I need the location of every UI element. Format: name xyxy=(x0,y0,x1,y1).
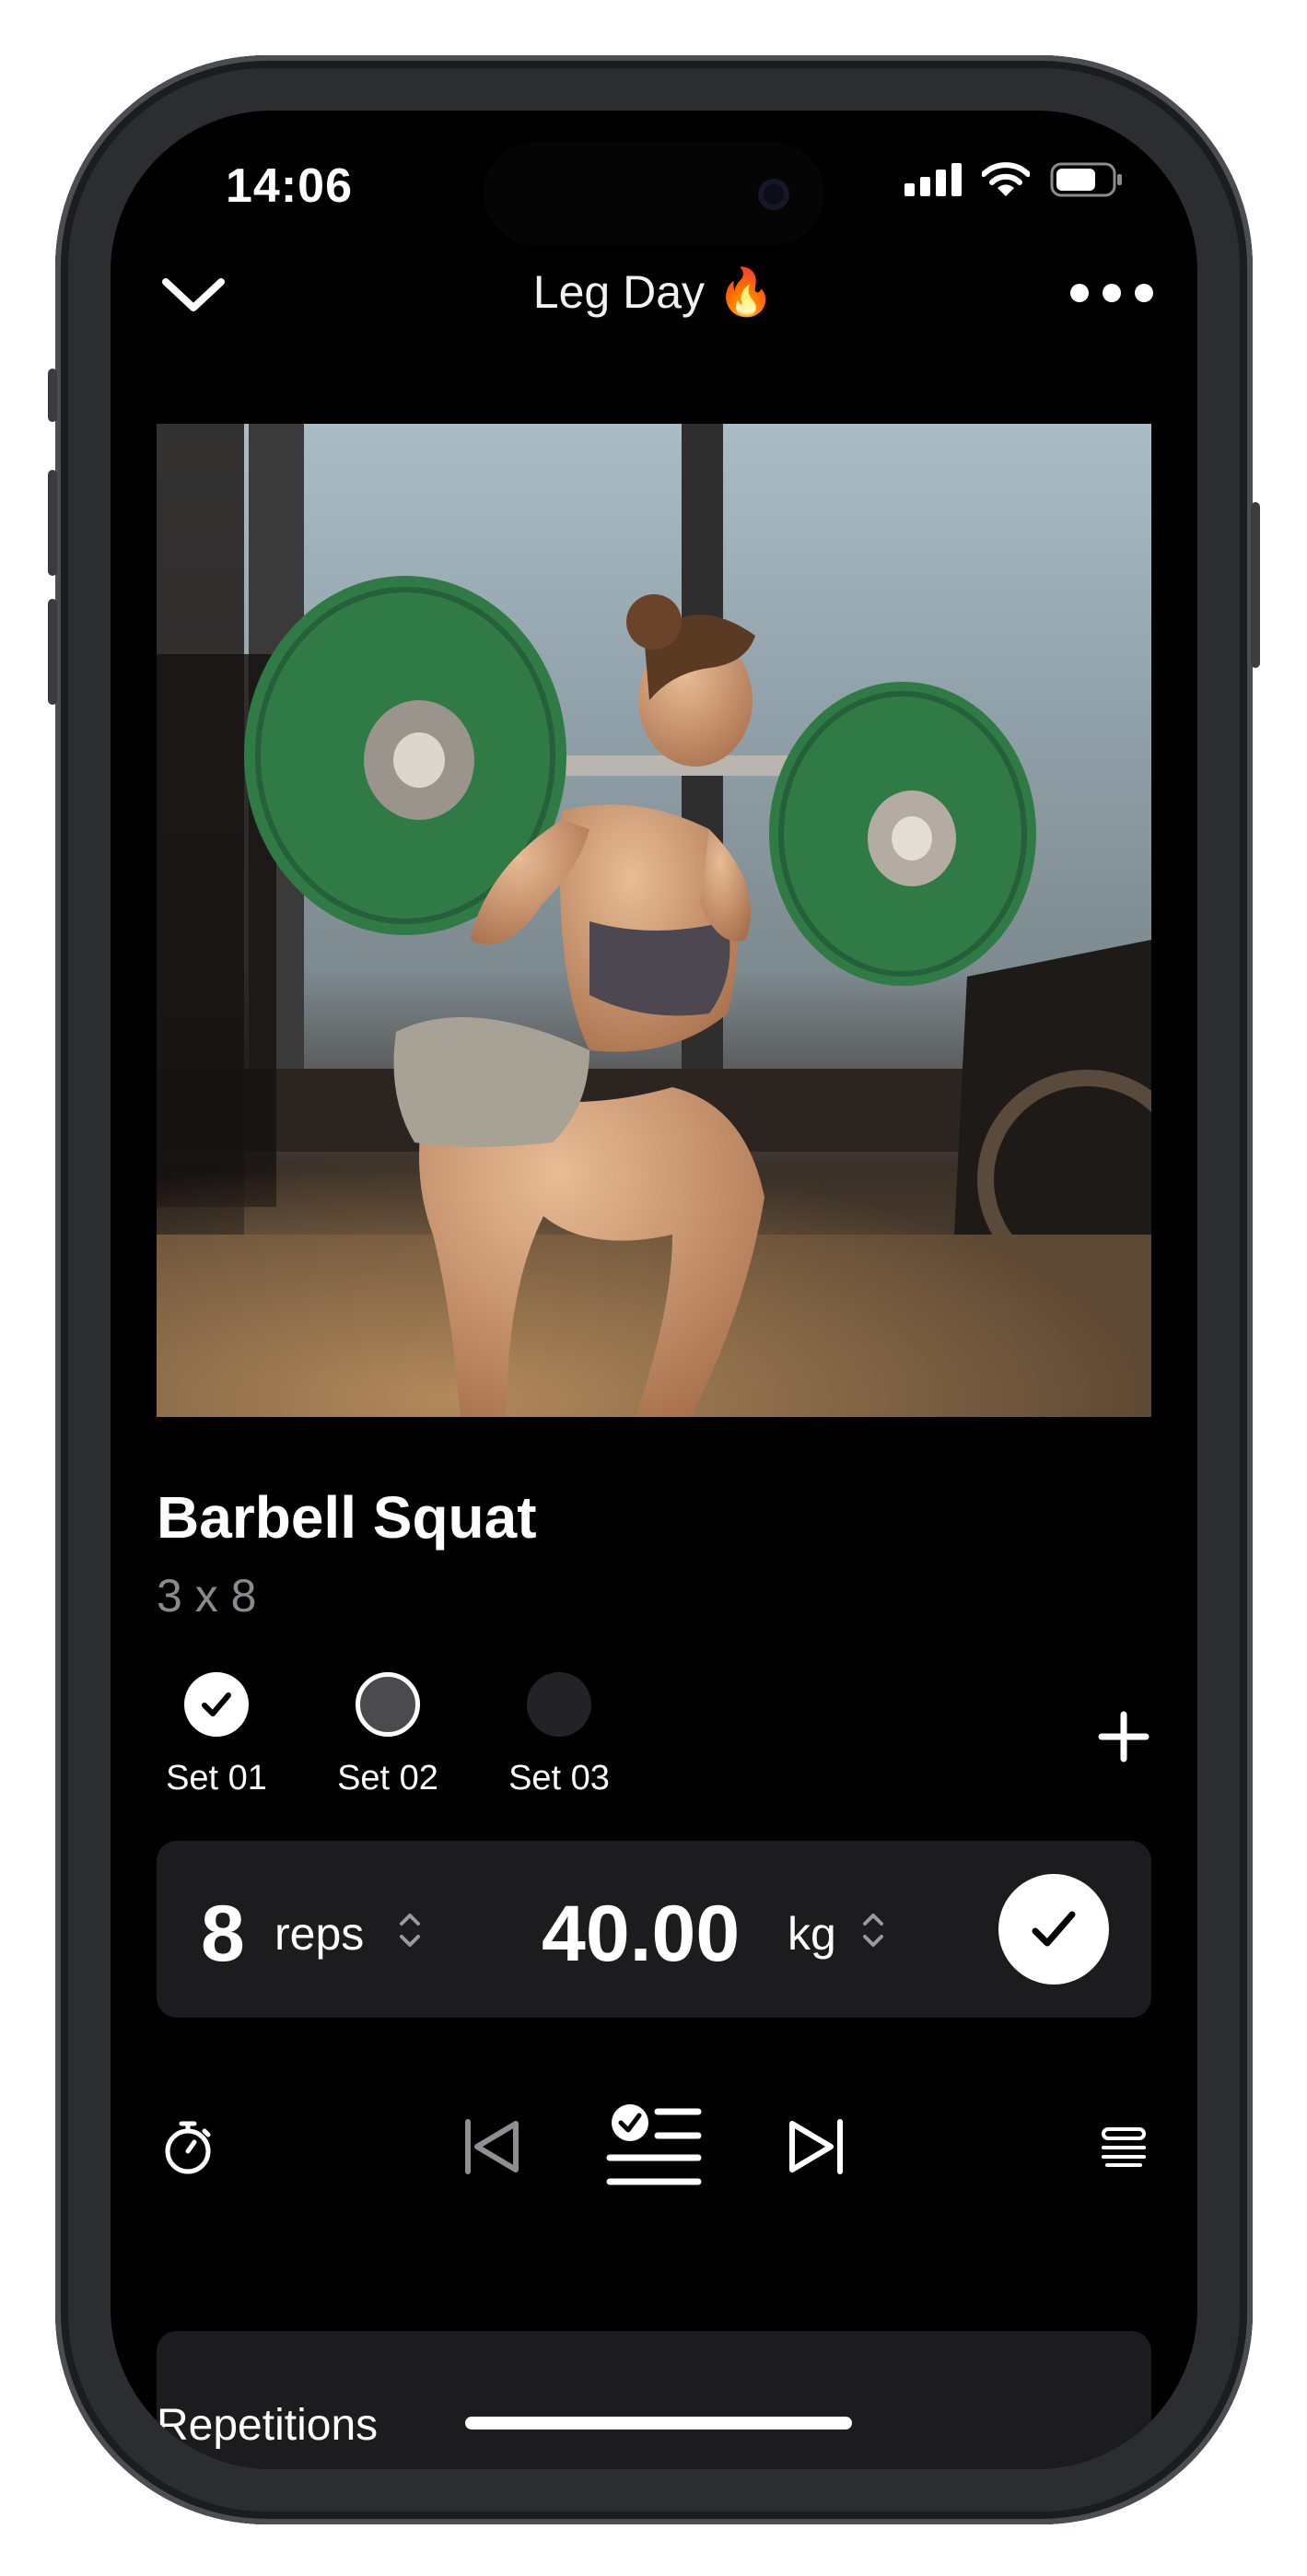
set-label: Set 02 xyxy=(337,1759,438,1797)
workout-overview-button[interactable] xyxy=(1087,2101,1161,2193)
skip-back-icon xyxy=(465,2119,519,2174)
reps-value[interactable]: 8 xyxy=(201,1889,245,1980)
more-dot xyxy=(1103,284,1121,302)
previous-exercise-button[interactable] xyxy=(451,2101,534,2193)
more-dot xyxy=(1135,284,1153,302)
weight-value[interactable]: 40.00 xyxy=(542,1889,740,1980)
more-options-button[interactable] xyxy=(1070,275,1153,311)
skip-forward-icon xyxy=(789,2119,843,2174)
more-dot xyxy=(1070,284,1089,302)
stopwatch-icon xyxy=(165,2121,211,2174)
add-set-button[interactable] xyxy=(1096,1709,1151,1764)
set-item-03[interactable]: Set 03 xyxy=(499,1672,619,1798)
set-label: Set 03 xyxy=(508,1759,610,1797)
weight-unit: kg xyxy=(788,1908,836,1960)
reps-stepper-icon[interactable] xyxy=(396,1907,424,1953)
reps-unit: reps xyxy=(274,1908,365,1960)
set-item-02[interactable]: Set 02 xyxy=(328,1672,448,1798)
status-icons xyxy=(904,162,1124,197)
cellular-signal-icon xyxy=(904,163,962,196)
rest-timer-button[interactable] xyxy=(151,2101,225,2193)
next-exercise-button[interactable] xyxy=(774,2101,857,2193)
weight-stepper-icon[interactable] xyxy=(859,1907,887,1953)
exercise-scheme: 3 x 8 xyxy=(157,1570,257,1622)
sets-row: Set 01 Set 02 Set 03 xyxy=(157,1672,619,1798)
set-label: Set 01 xyxy=(166,1759,267,1797)
set-item-01[interactable]: Set 01 xyxy=(157,1672,276,1798)
exercise-photo xyxy=(157,424,1151,1417)
set-entry-panel: 8 reps 40.00 kg xyxy=(157,1841,1151,2018)
stack-icon xyxy=(1102,2127,1146,2167)
dynamic-island xyxy=(484,142,824,245)
workout-title: Leg Day 🔥 xyxy=(532,266,776,318)
confirm-set-button[interactable] xyxy=(998,1874,1109,1985)
exercise-name: Barbell Squat xyxy=(157,1484,537,1551)
battery-icon xyxy=(1050,162,1122,197)
set-current-indicator-icon xyxy=(356,1672,420,1737)
wifi-icon xyxy=(982,162,1030,196)
home-indicator[interactable] xyxy=(465,2417,852,2430)
power-button xyxy=(1251,502,1260,668)
app-screen: 14:06 Leg Day 🔥 Barbell Squat 3 x 8 Set … xyxy=(111,111,1197,2469)
exercise-list-button[interactable] xyxy=(603,2101,705,2193)
set-completed-check-icon xyxy=(184,1672,249,1737)
status-time: 14:06 xyxy=(226,159,353,213)
action-button xyxy=(48,369,57,422)
volume-up-button xyxy=(48,470,57,576)
checkmark-icon xyxy=(1032,1911,1076,1947)
set-upcoming-indicator-icon xyxy=(527,1672,591,1737)
repetitions-card-title: Repetitions xyxy=(157,2401,379,2450)
volume-down-button xyxy=(48,599,57,705)
checklist-icon xyxy=(606,2104,702,2185)
